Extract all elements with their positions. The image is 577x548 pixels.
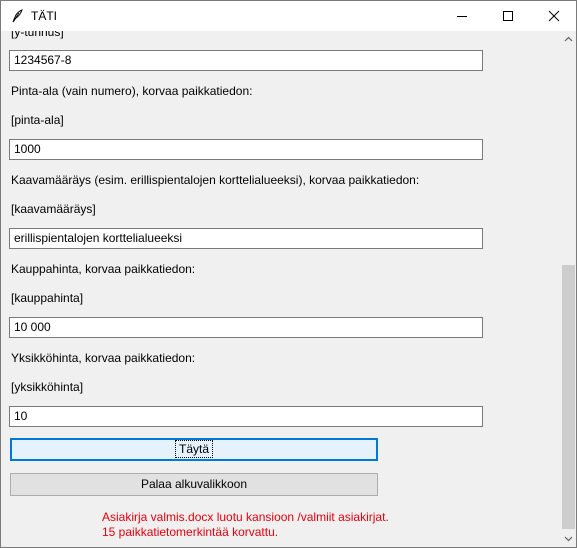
yksikkohinta-label: Yksikköhinta, korvaa paikkatiedon:: [11, 351, 196, 365]
pinta-ala-input[interactable]: 1000: [9, 139, 483, 160]
kauppahinta-tag: [kauppahinta]: [11, 291, 84, 305]
fill-button-label: Täytä: [174, 440, 214, 458]
fill-button[interactable]: Täytä: [10, 438, 378, 461]
pinta-ala-tag: [pinta-ala]: [11, 113, 64, 127]
pinta-ala-label: Pinta-ala (vain numero), korvaa paikkati…: [11, 84, 253, 98]
title-bar[interactable]: TÄTI: [1, 1, 576, 31]
kauppahinta-label: Kauppahinta, korvaa paikkatiedon:: [11, 262, 196, 276]
close-button[interactable]: [531, 1, 576, 31]
scroll-down-button[interactable]: [560, 530, 576, 547]
status-line-2: 15 paikkatietomerkintää korvattu.: [102, 525, 279, 539]
maximize-button[interactable]: [485, 1, 531, 31]
form-content: [y-tunnus] 1234567-8 Pinta-ala (vain num…: [1, 31, 561, 547]
ytunnus-input[interactable]: 1234567-8: [9, 50, 483, 71]
yksikkohinta-input[interactable]: 10: [9, 406, 483, 427]
vertical-scrollbar[interactable]: [560, 31, 576, 547]
kauppahinta-input[interactable]: 10 000: [9, 317, 483, 338]
maximize-icon: [503, 11, 513, 21]
app-window: TÄTI [y-tunnus] 1234567-8 Pinta-ala (vai…: [0, 0, 577, 548]
kaava-tag: [kaavamääräys]: [11, 202, 96, 216]
chevron-up-icon: [564, 36, 573, 42]
feather-icon: [10, 9, 24, 23]
minimize-button[interactable]: [439, 1, 485, 31]
minimize-icon: [457, 16, 467, 17]
scroll-up-button[interactable]: [560, 31, 576, 48]
scrollbar-thumb[interactable]: [562, 265, 575, 529]
ytunnus-tag: [y-tunnus]: [11, 31, 64, 39]
status-line-1: Asiakirja valmis.docx luotu kansioon /va…: [102, 510, 389, 524]
yksikkohinta-tag: [yksikköhinta]: [11, 380, 84, 394]
back-to-menu-button[interactable]: Palaa alkuvalikkoon: [10, 473, 378, 496]
chevron-down-icon: [564, 536, 573, 542]
window-title: TÄTI: [31, 9, 57, 23]
kaava-input[interactable]: erillispientalojen korttelialueeksi: [9, 228, 483, 249]
back-button-label: Palaa alkuvalikkoon: [140, 477, 248, 491]
kaava-label: Kaavamääräys (esim. erillispientalojen k…: [11, 173, 420, 187]
close-icon: [548, 10, 560, 22]
